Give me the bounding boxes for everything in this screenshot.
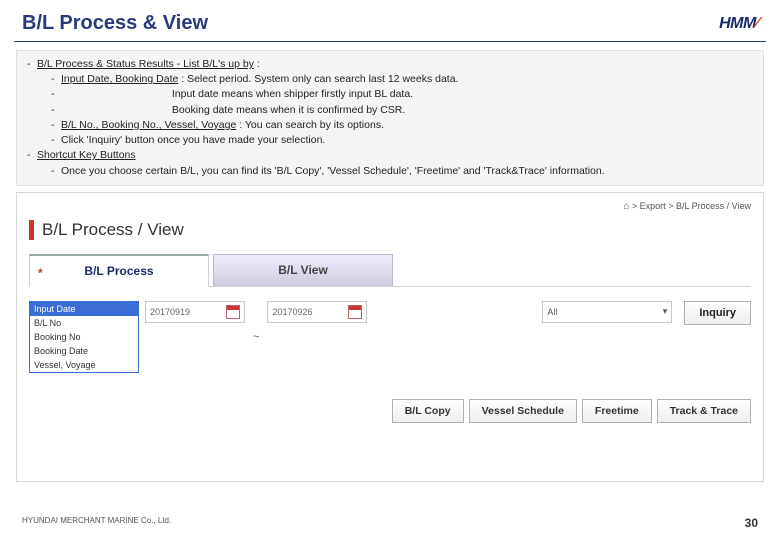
calendar-icon[interactable]	[226, 305, 240, 319]
dropdown-option[interactable]: Booking No	[30, 330, 138, 344]
tab-bl-process[interactable]: * B/L Process	[29, 254, 209, 287]
freetime-button[interactable]: Freetime	[582, 399, 652, 423]
app-screenshot: ⌂ > Export > B/L Process / View B/L Proc…	[16, 192, 764, 482]
logo: HMM⁄	[719, 15, 758, 33]
info-box: B/L Process & Status Results - List B/L'…	[16, 50, 764, 186]
dropdown-selected[interactable]: Input Date	[30, 302, 138, 316]
tab-bl-view[interactable]: B/L View	[213, 254, 393, 286]
date-range-sep: ~	[251, 331, 261, 343]
filter-select[interactable]: All▾	[542, 301, 672, 323]
home-icon[interactable]: ⌂	[623, 201, 629, 212]
app-title: B/L Process / View	[29, 220, 751, 240]
divider	[14, 41, 766, 42]
title-bar-icon	[29, 220, 34, 240]
inquiry-button[interactable]: Inquiry	[684, 301, 751, 325]
dropdown-option[interactable]: Vessel, Voyage	[30, 358, 138, 372]
dropdown-option[interactable]: B/L No	[30, 316, 138, 330]
page-title: B/L Process & View	[22, 12, 208, 35]
page-number: 30	[745, 516, 758, 530]
search-type-dropdown[interactable]: Input Date B/L No Booking No Booking Dat…	[29, 301, 139, 373]
vessel-schedule-button[interactable]: Vessel Schedule	[469, 399, 577, 423]
required-asterisk: *	[38, 266, 43, 280]
chevron-down-icon: ▾	[663, 306, 668, 317]
bl-copy-button[interactable]: B/L Copy	[392, 399, 464, 423]
date-from-input[interactable]: 20170919	[145, 301, 245, 323]
footer-company: HYUNDAI MERCHANT MARINE Co., Ltd.	[22, 516, 171, 530]
dropdown-option[interactable]: Booking Date	[30, 344, 138, 358]
track-trace-button[interactable]: Track & Trace	[657, 399, 751, 423]
date-to-input[interactable]: 20170926	[267, 301, 367, 323]
breadcrumb: ⌂ > Export > B/L Process / View	[29, 201, 751, 212]
calendar-icon[interactable]	[348, 305, 362, 319]
